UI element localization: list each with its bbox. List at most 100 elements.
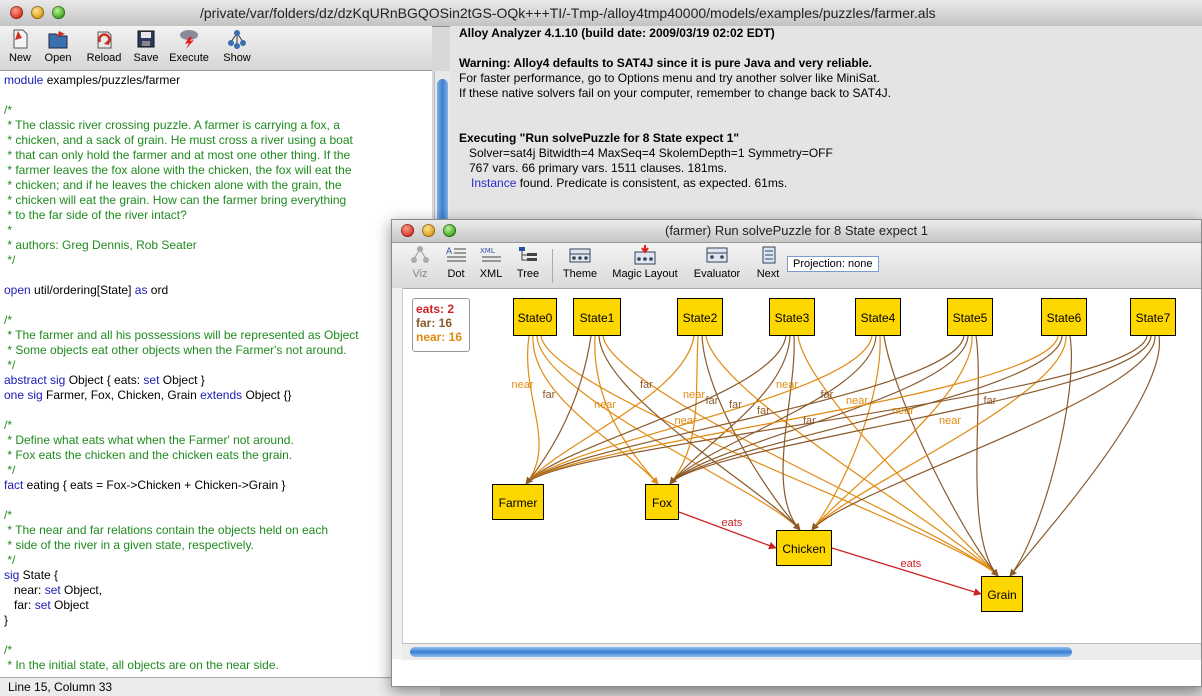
editor-line: near: set Object,	[4, 583, 103, 597]
magic-layout-button[interactable]: Magic Layout	[609, 245, 681, 280]
editor-line: open util/ordering[State] as ord	[4, 283, 169, 297]
relation-legend: eats: 2 far: 16 near: 16	[412, 298, 470, 352]
object-node-fox[interactable]: Fox	[645, 484, 679, 520]
save-button[interactable]: Save	[132, 28, 160, 64]
tree-label: Tree	[516, 268, 540, 280]
svg-text:A: A	[446, 247, 453, 257]
editor-line: * Some objects eat other objects when th…	[4, 343, 347, 357]
visualizer-toolbar: Viz A Dot XML XML Tree Theme Magic Layou…	[392, 243, 1201, 289]
window-title: /private/var/folders/dz/dzKqURnBGQOSin2t…	[200, 5, 936, 21]
editor-line: /*	[4, 508, 13, 522]
state-node[interactable]: State7	[1130, 298, 1176, 336]
xml-view-button[interactable]: XML XML	[476, 245, 506, 280]
status-bar: Line 15, Column 33	[0, 677, 440, 696]
editor-line: * chicken will eat the grain. How can th…	[4, 193, 347, 207]
minimize-window-button[interactable]	[31, 6, 44, 19]
reload-button[interactable]: Reload	[84, 28, 124, 64]
evaluator-label: Evaluator	[693, 268, 741, 280]
show-label: Show	[223, 52, 251, 64]
dot-label: Dot	[447, 268, 465, 280]
editor-line: * chicken, and a sack of grain. He must …	[4, 133, 353, 147]
editor-line: * side of the river in a given state, re…	[4, 538, 254, 552]
main-title-bar: /private/var/folders/dz/dzKqURnBGQOSin2t…	[0, 0, 1202, 27]
dot-view-button[interactable]: A Dot	[442, 245, 470, 280]
open-button[interactable]: Open	[42, 28, 74, 64]
editor-line: /*	[4, 643, 13, 657]
xml-label: XML	[479, 268, 503, 280]
viz-scroll-thumb[interactable]	[410, 647, 1072, 657]
execution-result: Instance found. Predicate is consistent,…	[471, 176, 787, 191]
execution-title: Executing "Run solvePuzzle for 8 State e…	[459, 131, 740, 145]
editor-line: */	[4, 463, 16, 477]
editor-line: fact eating { eats = Fox->Chicken + Chic…	[4, 478, 286, 492]
warning-line: For faster performance, go to Options me…	[459, 71, 880, 85]
editor-line: * that can only hold the farmer and at m…	[4, 148, 351, 162]
editor-line: far: set Object	[4, 598, 89, 612]
analyzer-version: Alloy Analyzer 4.1.10 (build date: 2009/…	[459, 26, 775, 40]
visualizer-title: (farmer) Run solvePuzzle for 8 State exp…	[664, 223, 928, 238]
editor-line: */	[4, 553, 16, 567]
viz-horizontal-scrollbar[interactable]	[402, 643, 1201, 660]
execution-result-text: found. Predicate is consistent, as expec…	[516, 176, 788, 190]
state-node[interactable]: State2	[677, 298, 723, 336]
object-node-farmer[interactable]: Farmer	[492, 484, 544, 520]
save-disk-icon	[137, 30, 155, 48]
execution-detail: 767 vars. 66 primary vars. 1511 clauses.…	[459, 161, 727, 175]
execute-button[interactable]: Execute	[166, 28, 212, 64]
close-window-button[interactable]	[10, 6, 23, 19]
state-node[interactable]: State6	[1041, 298, 1087, 336]
execution-detail: Solver=sat4j Bitwidth=4 MaxSeq=4 SkolemD…	[459, 146, 833, 160]
editor-line: * chicken; and if he leaves the chicken …	[4, 178, 342, 192]
projection-selector[interactable]: Projection: none	[787, 256, 879, 272]
legend-near: near: 16	[416, 330, 463, 344]
evaluator-icon	[706, 247, 728, 263]
state-node[interactable]: State4	[855, 298, 901, 336]
viz-view-button[interactable]: Viz	[408, 245, 432, 280]
magic-layout-label: Magic Layout	[612, 268, 678, 280]
editor-line: * Fox eats the chicken and the chicken e…	[4, 448, 293, 462]
xml-text-icon: XML	[480, 247, 501, 262]
object-node-chicken[interactable]: Chicken	[776, 530, 832, 566]
zoom-window-button[interactable]	[52, 6, 65, 19]
state-node[interactable]: State5	[947, 298, 993, 336]
new-label: New	[8, 52, 31, 64]
save-label: Save	[133, 52, 159, 64]
next-button[interactable]: Next	[752, 245, 784, 280]
execute-lightning-icon	[180, 30, 198, 49]
editor-line: */	[4, 253, 16, 267]
tree-icon	[519, 247, 537, 261]
visualizer-title-bar: (farmer) Run solvePuzzle for 8 State exp…	[392, 220, 1201, 243]
editor-line: abstract sig Object { eats: set Object }	[4, 373, 205, 387]
theme-button[interactable]: Theme	[560, 245, 600, 280]
editor-line: * The near and far relations contain the…	[4, 523, 328, 537]
state-node[interactable]: State0	[513, 298, 557, 336]
new-button[interactable]: New	[6, 28, 34, 64]
editor-line: * to the far side of the river intact?	[4, 208, 187, 222]
execute-label: Execute	[169, 52, 209, 64]
state-node[interactable]: State3	[769, 298, 815, 336]
dot-text-icon: A	[446, 247, 466, 262]
viz-graph-icon	[411, 246, 429, 263]
tree-view-button[interactable]: Tree	[513, 245, 543, 280]
viz-splitter[interactable]	[392, 288, 403, 659]
editor-line: * The classic river crossing puzzle. A f…	[4, 118, 340, 132]
show-button[interactable]: Show	[220, 28, 254, 64]
editor-line: *	[4, 223, 13, 237]
editor-line: /*	[4, 313, 13, 327]
editor-line: module examples/puzzles/farmer	[4, 73, 181, 87]
next-scroll-icon	[762, 246, 776, 264]
show-graph-icon	[228, 30, 246, 49]
reload-label: Reload	[86, 52, 122, 64]
state-node[interactable]: State1	[573, 298, 621, 336]
theme-label: Theme	[562, 268, 598, 280]
editor-line: * Define what eats what when the Farmer'…	[4, 433, 294, 447]
main-toolbar: New Open Reload Save Execute Show	[0, 26, 432, 71]
svg-text:XML: XML	[480, 247, 495, 255]
code-editor[interactable]: module examples/puzzles/farmer /* * The …	[0, 71, 432, 677]
open-folder-icon	[48, 31, 68, 49]
instance-link[interactable]: Instance	[471, 176, 516, 190]
evaluator-button[interactable]: Evaluator	[690, 245, 744, 280]
toolbar-divider	[552, 249, 553, 283]
editor-line: one sig Farmer, Fox, Chicken, Grain exte…	[4, 388, 292, 402]
object-node-grain[interactable]: Grain	[981, 576, 1023, 612]
